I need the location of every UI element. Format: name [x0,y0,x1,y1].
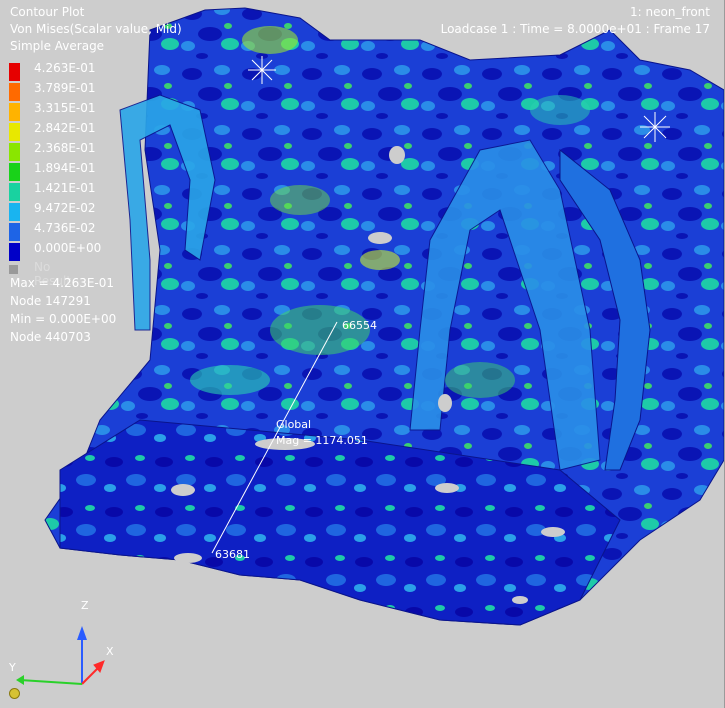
axis-triad [16,626,105,685]
min-node: Node 440703 [10,330,91,344]
legend-swatch [9,123,20,141]
legend-swatch [9,143,20,161]
legend-swatch [9,183,20,201]
legend-swatch [9,83,20,101]
legend-label: 4.736E-02 [34,221,96,235]
loadcase-info: Loadcase 1 : Time = 8.0000e+01 : Frame 1… [440,22,710,36]
plot-type: Contour Plot [10,5,85,19]
min-value: Min = 0.000E+00 [10,312,117,326]
result-type: Von Mises(Scalar value, Mid) [10,22,182,36]
axis-x-label: X [106,645,114,658]
legend-label: 3.789E-01 [34,81,96,95]
legend-swatch [9,223,20,241]
min-max-info: Max = 4.263E-01 Node 147291 Min = 0.000E… [10,276,116,348]
legend-label: 1.421E-01 [34,181,96,195]
legend-swatch [9,103,20,121]
max-node: Node 147291 [10,294,91,308]
model-name: 1: neon_front [630,5,710,19]
averaging-method: Simple Average [10,39,105,53]
measure-node-a[interactable]: 66554 [342,319,377,332]
plot-header: Contour Plot Von Mises(Scalar value, Mid… [10,4,182,55]
model-info: 1: neon_front Loadcase 1 : Time = 8.0000… [441,4,710,38]
legend-label: 0.000E+00 [34,241,102,255]
no-result-swatch [9,265,18,274]
max-value: Max = 4.263E-01 [10,276,115,290]
legend-label: 4.263E-01 [34,61,96,75]
legend-swatch [9,63,20,81]
axis-z-label: Z [81,599,89,612]
legend-swatch [9,203,20,221]
legend-label: 1.894E-01 [34,161,96,175]
measure-node-b[interactable]: 63681 [215,548,250,561]
measure-magnitude: Mag = 1174.051 [276,434,368,447]
legend-label: 2.368E-01 [34,141,96,155]
graphics-viewport[interactable]: Contour Plot Von Mises(Scalar value, Mid… [0,0,725,708]
legend-label: 3.315E-01 [34,101,96,115]
fe-model-contour[interactable] [0,0,724,708]
axis-y-label: Y [9,661,16,674]
triad-origin-icon[interactable] [9,688,20,699]
legend-label: 9.472E-02 [34,201,96,215]
measure-system: Global [276,418,312,431]
legend-swatch [9,243,20,261]
legend-label: 2.842E-01 [34,121,96,135]
legend-swatch [9,163,20,181]
